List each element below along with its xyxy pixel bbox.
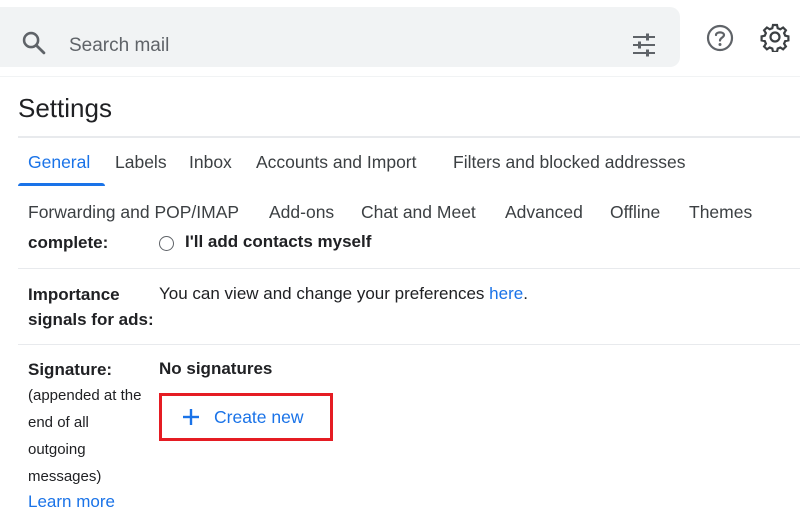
active-tab-indicator	[18, 183, 105, 186]
row-divider	[18, 344, 800, 345]
tab-chat-and-meet[interactable]: Chat and Meet	[361, 202, 476, 223]
signature-label: Signature:	[28, 360, 113, 379]
title-divider	[18, 136, 800, 138]
add-contacts-myself-radio[interactable]	[159, 236, 174, 251]
autocomplete-label: complete:	[28, 233, 109, 252]
tab-general[interactable]: General	[28, 152, 90, 173]
no-signatures-text: No signatures	[159, 359, 273, 378]
tab-labels[interactable]: Labels	[115, 152, 167, 173]
search-bar[interactable]: Search mail	[0, 7, 680, 67]
gear-icon[interactable]	[760, 22, 790, 52]
tab-advanced[interactable]: Advanced	[505, 202, 583, 223]
row-divider	[18, 268, 800, 269]
tab-themes[interactable]: Themes	[689, 202, 752, 223]
learn-more-link[interactable]: Learn more	[28, 492, 115, 512]
search-options-icon[interactable]	[631, 33, 657, 57]
preferences-here-link[interactable]: here	[489, 284, 523, 303]
top-divider	[0, 76, 800, 77]
add-contacts-myself-option[interactable]: I'll add contacts myself	[185, 232, 371, 252]
search-icon[interactable]	[20, 29, 48, 57]
importance-period: .	[523, 284, 528, 303]
tab-add-ons[interactable]: Add-ons	[269, 202, 334, 223]
top-bar: Search mail	[0, 0, 800, 76]
importance-description: You can view and change your preferences	[159, 284, 490, 303]
tab-forwarding-and-pop-imap[interactable]: Forwarding and POP/IMAP	[28, 202, 239, 223]
importance-label-line1: Importance	[28, 285, 120, 304]
importance-text: You can view and change your preferences…	[159, 284, 528, 304]
tab-filters-and-blocked-addresses[interactable]: Filters and blocked addresses	[453, 152, 685, 173]
tab-inbox[interactable]: Inbox	[189, 152, 232, 173]
search-input[interactable]: Search mail	[69, 35, 169, 57]
page-title: Settings	[18, 93, 112, 123]
signature-desc-line: messages)	[28, 468, 102, 485]
tab-offline[interactable]: Offline	[610, 202, 660, 223]
tab-accounts-and-import[interactable]: Accounts and Import	[256, 152, 417, 173]
importance-label-line2: signals for ads:	[28, 310, 154, 329]
highlight-annotation-box	[159, 393, 333, 441]
signature-desc-line: (appended at the	[28, 387, 142, 404]
help-icon[interactable]	[705, 23, 735, 53]
signature-desc-line: outgoing	[28, 441, 86, 458]
signature-desc-line: end of all	[28, 414, 89, 431]
